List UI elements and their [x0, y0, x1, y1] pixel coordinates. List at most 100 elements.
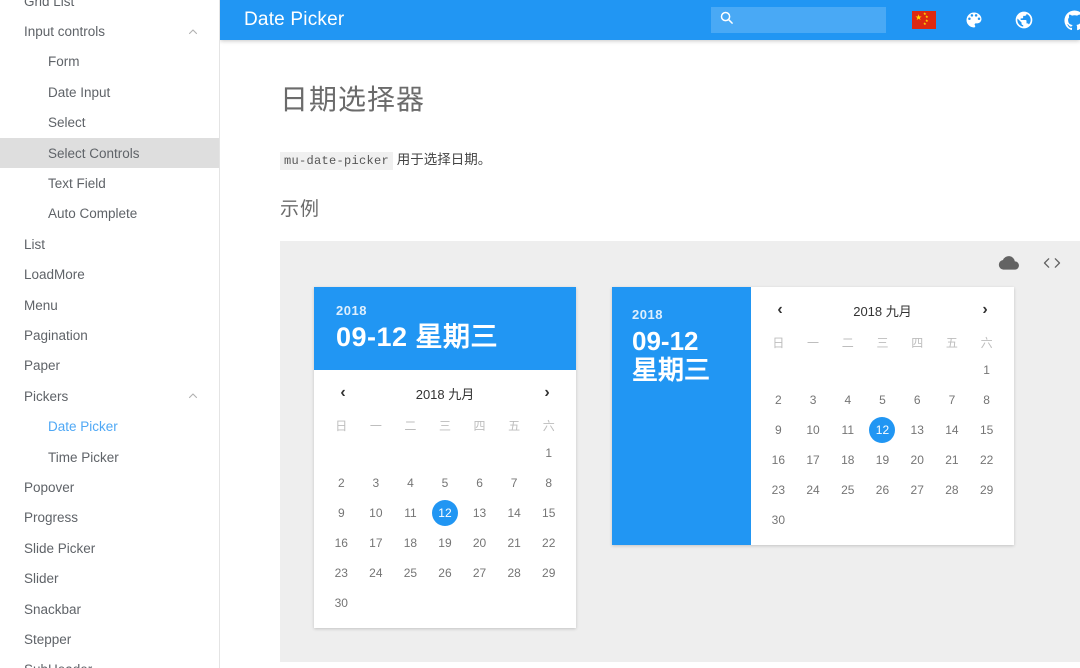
- sidebar-item-select-controls[interactable]: Select Controls: [0, 137, 219, 169]
- calendar-day[interactable]: 14: [497, 498, 532, 528]
- calendar-day[interactable]: 11: [830, 415, 865, 445]
- calendar-day[interactable]: 10: [359, 498, 394, 528]
- calendar-day[interactable]: 3: [359, 468, 394, 498]
- sidebar-item-pagination[interactable]: Pagination: [0, 320, 219, 350]
- calendar-day[interactable]: 20: [462, 528, 497, 558]
- sidebar-item-slider[interactable]: Slider: [0, 563, 219, 593]
- sidebar-item-date-input[interactable]: Date Input: [0, 77, 219, 107]
- calendar-day[interactable]: 25: [830, 475, 865, 505]
- calendar-day[interactable]: 13: [462, 498, 497, 528]
- flag-cn-icon[interactable]: ★ ★ ★ ★ ★: [912, 8, 936, 32]
- calendar-day[interactable]: 14: [935, 415, 970, 445]
- sidebar-item-paper[interactable]: Paper: [0, 351, 219, 381]
- sidebar-item-date-picker[interactable]: Date Picker: [0, 411, 219, 441]
- calendar-day[interactable]: 6: [900, 385, 935, 415]
- calendar-day[interactable]: 21: [497, 528, 532, 558]
- calendar-day[interactable]: 1: [969, 355, 1004, 385]
- calendar-day[interactable]: 30: [761, 505, 796, 535]
- next-month-button[interactable]: ›: [536, 382, 558, 404]
- sidebar-item-auto-complete[interactable]: Auto Complete: [0, 199, 219, 229]
- portrait-picker-header[interactable]: 2018 09-12 星期三: [314, 287, 576, 371]
- sidebar-item-pickers[interactable]: Pickers: [0, 381, 219, 411]
- calendar-day[interactable]: 29: [969, 475, 1004, 505]
- sidebar-item-loadmore[interactable]: LoadMore: [0, 260, 219, 290]
- calendar-day[interactable]: 18: [393, 528, 428, 558]
- sidebar-item-time-picker[interactable]: Time Picker: [0, 442, 219, 472]
- calendar-day[interactable]: 21: [935, 445, 970, 475]
- cloud-icon[interactable]: [998, 255, 1020, 271]
- calendar-day[interactable]: 22: [531, 528, 566, 558]
- calendar-day[interactable]: 27: [900, 475, 935, 505]
- calendar-day[interactable]: 10: [796, 415, 831, 445]
- chevron-up-icon[interactable]: [187, 26, 199, 38]
- sidebar-item-subheader[interactable]: SubHeader: [0, 655, 219, 668]
- prev-month-button[interactable]: ‹: [769, 299, 791, 321]
- calendar-day[interactable]: 16: [761, 445, 796, 475]
- calendar-day[interactable]: 8: [531, 468, 566, 498]
- calendar-day[interactable]: 8: [969, 385, 1004, 415]
- sidebar-item-text-field[interactable]: Text Field: [0, 168, 219, 198]
- calendar-day[interactable]: 24: [796, 475, 831, 505]
- calendar-day[interactable]: 2: [324, 468, 359, 498]
- next-month-button[interactable]: ›: [974, 299, 996, 321]
- calendar-day[interactable]: 7: [497, 468, 532, 498]
- calendar-day[interactable]: 5: [865, 385, 900, 415]
- calendar-day[interactable]: 30: [324, 588, 359, 618]
- calendar-day[interactable]: 26: [428, 558, 463, 588]
- calendar-day[interactable]: 5: [428, 468, 463, 498]
- calendar-day[interactable]: 17: [796, 445, 831, 475]
- sidebar-item-select[interactable]: Select: [0, 108, 219, 138]
- calendar-day[interactable]: 11: [393, 498, 428, 528]
- calendar-day[interactable]: 6: [462, 468, 497, 498]
- palette-icon[interactable]: [962, 8, 986, 32]
- calendar-day[interactable]: 15: [969, 415, 1004, 445]
- calendar-day[interactable]: 19: [865, 445, 900, 475]
- calendar-day[interactable]: 20: [900, 445, 935, 475]
- sidebar-item-progress[interactable]: Progress: [0, 503, 219, 533]
- calendar-day[interactable]: 4: [830, 385, 865, 415]
- sidebar-item-input-controls[interactable]: Input controls: [0, 16, 219, 46]
- calendar-day[interactable]: 7: [935, 385, 970, 415]
- calendar-day[interactable]: 29: [531, 558, 566, 588]
- calendar-day[interactable]: 28: [497, 558, 532, 588]
- sidebar-item-form[interactable]: Form: [0, 47, 219, 77]
- calendar-day[interactable]: 25: [393, 558, 428, 588]
- calendar-day[interactable]: 17: [359, 528, 394, 558]
- sidebar-item-stepper[interactable]: Stepper: [0, 624, 219, 654]
- calendar-day[interactable]: 22: [969, 445, 1004, 475]
- calendar-day[interactable]: 16: [324, 528, 359, 558]
- calendar-day[interactable]: 23: [761, 475, 796, 505]
- calendar-day[interactable]: 27: [462, 558, 497, 588]
- sidebar-item-snackbar[interactable]: Snackbar: [0, 594, 219, 624]
- calendar-day[interactable]: 9: [761, 415, 796, 445]
- calendar-day[interactable]: 9: [324, 498, 359, 528]
- calendar-day[interactable]: 24: [359, 558, 394, 588]
- search-box[interactable]: [711, 7, 886, 33]
- calendar-day-selected[interactable]: 12: [428, 498, 463, 528]
- landscape-picker-header[interactable]: 2018 09-12 星期三: [612, 287, 751, 545]
- date-picker-landscape[interactable]: 2018 09-12 星期三 ‹ 2018 九月 › 日一二三四五六123456…: [612, 287, 1014, 545]
- sidebar-item-list[interactable]: List: [0, 229, 219, 259]
- calendar-day[interactable]: 2: [761, 385, 796, 415]
- sidebar-item-popover[interactable]: Popover: [0, 472, 219, 502]
- calendar-day[interactable]: 28: [935, 475, 970, 505]
- calendar-day[interactable]: 4: [393, 468, 428, 498]
- sidebar-item-grid-list[interactable]: Grid List: [0, 0, 219, 16]
- chevron-up-icon[interactable]: [187, 390, 199, 402]
- github-icon[interactable]: [1062, 8, 1080, 32]
- calendar-day[interactable]: 13: [900, 415, 935, 445]
- date-picker-portrait[interactable]: 2018 09-12 星期三 ‹ 2018 九月 › 日一二三四五六123456…: [314, 287, 576, 629]
- calendar-day[interactable]: 23: [324, 558, 359, 588]
- calendar-day[interactable]: 15: [531, 498, 566, 528]
- calendar-day[interactable]: 18: [830, 445, 865, 475]
- globe-icon[interactable]: [1012, 8, 1036, 32]
- calendar-day-selected[interactable]: 12: [865, 415, 900, 445]
- calendar-day[interactable]: 19: [428, 528, 463, 558]
- sidebar-item-slide-picker[interactable]: Slide Picker: [0, 533, 219, 563]
- calendar-day[interactable]: 1: [531, 438, 566, 468]
- sidebar-item-menu[interactable]: Menu: [0, 290, 219, 320]
- search-input[interactable]: [742, 12, 878, 28]
- calendar-day[interactable]: 3: [796, 385, 831, 415]
- calendar-day[interactable]: 26: [865, 475, 900, 505]
- prev-month-button[interactable]: ‹: [332, 382, 354, 404]
